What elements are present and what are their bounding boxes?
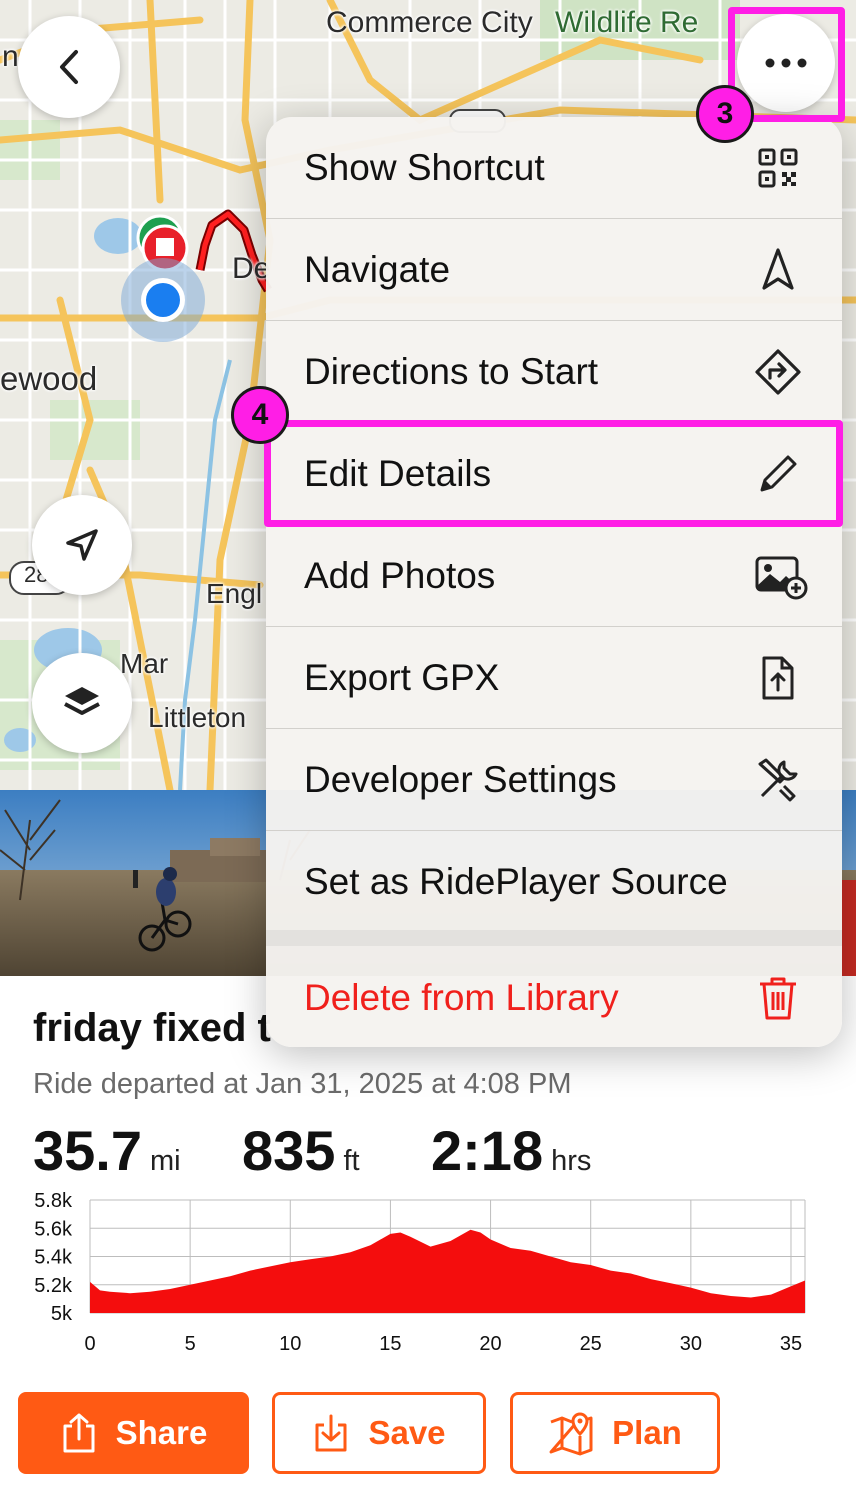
ride-title: friday fixed t xyxy=(33,1006,271,1050)
menu-item-label: Developer Settings xyxy=(304,758,617,800)
ride-subtitle: Ride departed at Jan 31, 2025 at 4:08 PM xyxy=(33,1068,572,1100)
step-badge-3: 3 xyxy=(696,85,754,143)
qr-code-icon xyxy=(758,148,798,187)
map-layers-button[interactable] xyxy=(32,653,132,753)
elevation-chart[interactable]: 5.8k 5.6k 5.4k 5.2k 5k 0 5 10 15 20 25 30 35 xyxy=(20,1180,840,1360)
share-label: Share xyxy=(115,1414,208,1451)
menu-item-set-rideplayer-source[interactable]: Set as RidePlayer Source xyxy=(266,831,842,932)
distance-unit: mi xyxy=(150,1145,181,1177)
duration-value: 2:18 xyxy=(431,1119,544,1182)
menu-item-navigate[interactable]: Navigate xyxy=(266,219,842,320)
chart-y-tick-label: 5.8k xyxy=(34,1190,73,1212)
plan-button[interactable]: Plan xyxy=(510,1392,720,1474)
navigate-arrow-icon xyxy=(762,247,794,290)
chart-x-tick-label: 10 xyxy=(279,1333,301,1355)
export-file-icon xyxy=(762,656,794,699)
chart-x-tick-label: 25 xyxy=(580,1333,602,1355)
directions-icon xyxy=(755,348,801,395)
menu-item-label: Show Shortcut xyxy=(304,146,545,188)
save-download-icon xyxy=(315,1414,347,1452)
menu-item-developer-settings[interactable]: Developer Settings xyxy=(266,729,842,830)
chart-x-tick-label: 35 xyxy=(780,1333,802,1355)
menu-item-label: Delete from Library xyxy=(304,976,619,1018)
add-photo-icon xyxy=(755,556,808,599)
chart-y-tick-label: 5.6k xyxy=(34,1218,73,1240)
menu-item-label: Directions to Start xyxy=(304,350,599,392)
chart-y-tick-label: 5.4k xyxy=(34,1247,73,1269)
trash-icon xyxy=(760,977,796,1019)
menu-item-label: Set as RidePlayer Source xyxy=(304,860,728,902)
step-badge-4: 4 xyxy=(231,386,289,444)
elevation-chart-svg: 5.8k 5.6k 5.4k 5.2k 5k 0 5 10 15 20 25 30 35 xyxy=(34,1190,806,1355)
menu-item-label: Add Photos xyxy=(304,554,496,596)
duration-unit: hrs xyxy=(551,1145,592,1177)
share-button[interactable]: Share xyxy=(18,1392,249,1474)
stat-duration: 2:18 hrs xyxy=(431,1118,591,1183)
menu-item-show-shortcut[interactable]: Show Shortcut xyxy=(266,117,842,218)
map-pin-icon xyxy=(549,1412,593,1456)
menu-item-directions-to-start[interactable]: Directions to Start xyxy=(266,321,842,422)
map-label-commerce-city: Commerce City xyxy=(326,6,533,39)
save-label: Save xyxy=(368,1414,446,1451)
share-icon xyxy=(63,1413,95,1453)
chart-x-tick-label: 0 xyxy=(84,1333,95,1355)
stat-elevation: 835 ft xyxy=(242,1118,360,1183)
map-label-mar: Mar xyxy=(120,648,169,679)
chart-y-tick-label: 5.2k xyxy=(34,1275,73,1297)
menu-item-label: Navigate xyxy=(304,248,451,290)
stat-distance: 35.7 mi xyxy=(33,1118,181,1183)
menu-section-gap xyxy=(266,930,842,946)
menu-item-export-gpx[interactable]: Export GPX xyxy=(266,627,842,728)
map-label-wood: ewood xyxy=(0,360,98,397)
chart-x-tick-label: 15 xyxy=(379,1333,401,1355)
highlight-edit-details xyxy=(264,420,843,527)
map-label-edge: n xyxy=(2,40,19,73)
menu-item-label: Export GPX xyxy=(304,656,500,698)
map-label-littleton: Littleton xyxy=(148,702,247,733)
location-arrow-icon xyxy=(66,529,98,561)
chart-y-tick-label: 5k xyxy=(51,1303,73,1325)
map-label-wildlife: Wildlife Re xyxy=(555,6,699,39)
chart-x-tick-label: 20 xyxy=(479,1333,501,1355)
elevation-area-series xyxy=(90,1229,805,1313)
locate-me-button[interactable] xyxy=(32,495,132,595)
menu-item-add-photos[interactable]: Add Photos xyxy=(266,525,842,626)
save-button[interactable]: Save xyxy=(272,1392,486,1474)
map-label-englewood: Engl xyxy=(206,578,263,609)
distance-value: 35.7 xyxy=(33,1119,142,1182)
more-options-menu: Show Shortcut Navigate Directions to Sta… xyxy=(266,117,842,1047)
tools-icon xyxy=(758,758,798,801)
chart-x-tick-label: 5 xyxy=(185,1333,196,1355)
chevron-left-icon xyxy=(60,50,78,84)
elevation-value: 835 xyxy=(242,1119,336,1182)
chart-x-tick-label: 30 xyxy=(680,1333,702,1355)
elevation-unit: ft xyxy=(343,1145,360,1177)
map-label-denver: De xyxy=(232,252,271,285)
back-button[interactable] xyxy=(18,16,120,118)
menu-item-delete-from-library[interactable]: Delete from Library xyxy=(266,948,842,1047)
plan-label: Plan xyxy=(612,1414,682,1451)
layers-icon xyxy=(64,687,100,715)
